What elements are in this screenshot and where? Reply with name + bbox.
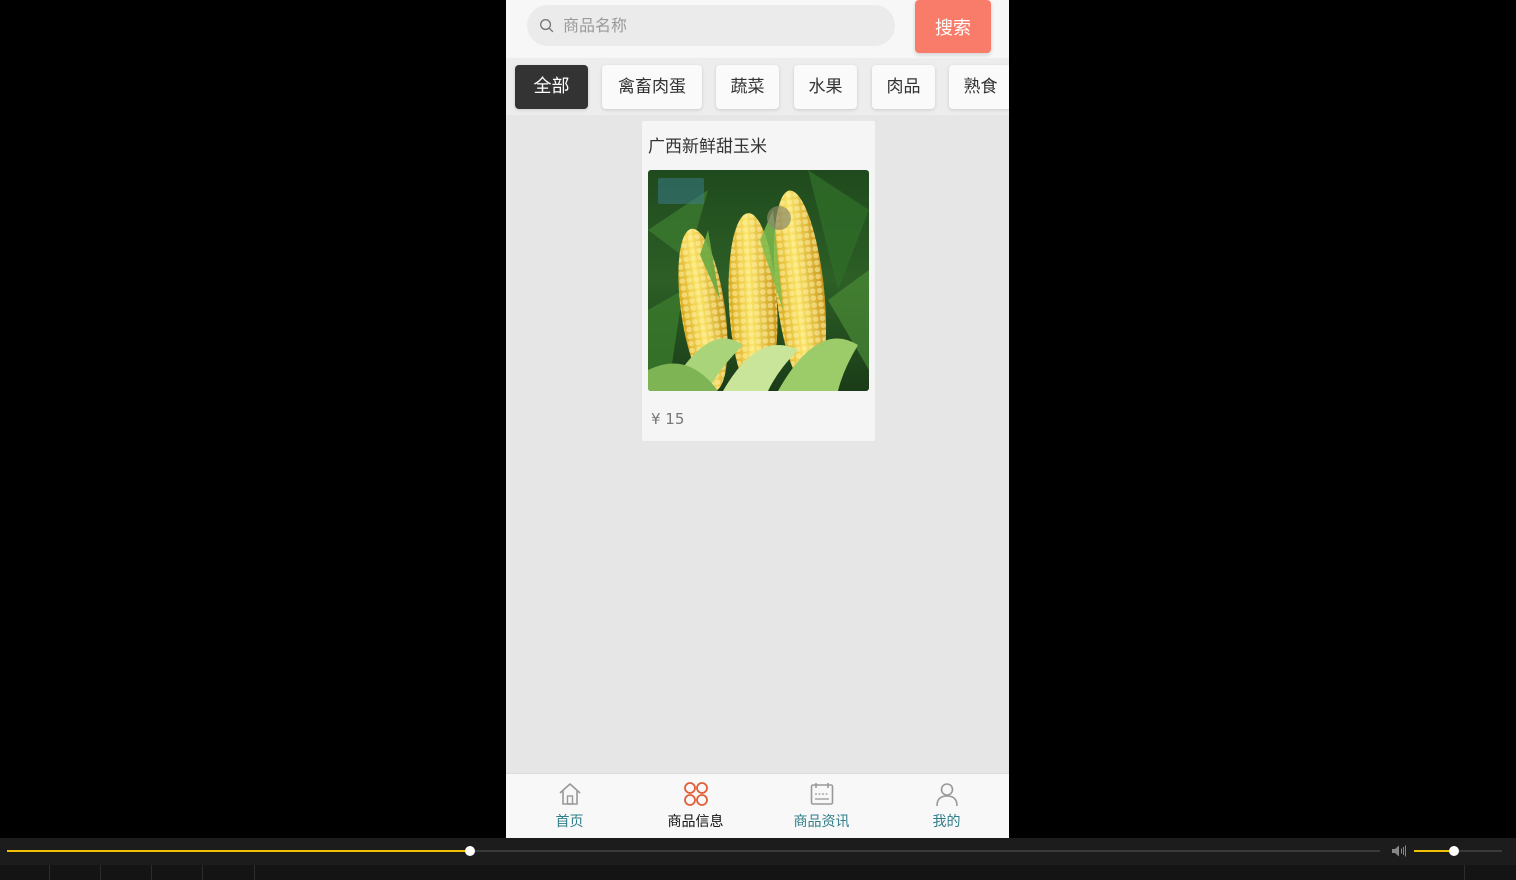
category-tabs: 全部 禽畜肉蛋 蔬菜 水果 肉品 熟食 [506,58,1009,115]
volume-icon[interactable] [1391,844,1407,858]
user-icon [935,783,958,807]
tab-mine[interactable]: 我的 [884,774,1009,838]
seek-bar[interactable] [7,846,1380,856]
tab-home[interactable]: 首页 [507,774,632,838]
seek-progress [7,850,470,852]
player-control-slot[interactable] [50,865,101,880]
search-button[interactable]: 搜索 [915,0,991,53]
player-control-slot[interactable] [152,865,203,880]
player-control-slot[interactable] [0,865,50,880]
seek-handle[interactable] [464,846,475,856]
product-image-corn[interactable] [648,170,869,391]
volume-handle[interactable] [1448,846,1459,856]
search-bar: 搜索 [506,0,1009,58]
news-icon [810,783,833,805]
product-card[interactable]: 广西新鲜甜玉米 ¥ 15 [642,121,875,441]
category-tab-all[interactable]: 全部 [515,65,588,109]
category-tab-meat[interactable]: 肉品 [872,65,935,109]
search-icon [540,19,554,33]
mobile-app-frame: 搜索 全部 禽畜肉蛋 蔬菜 水果 肉品 熟食 广西新鲜甜玉米 [506,0,1009,838]
volume-slider[interactable] [1414,846,1502,856]
volume-level [1414,850,1454,852]
bottom-tab-bar: 首页 商品信息 商品资讯 我的 [506,773,1009,838]
category-tab-fruit[interactable]: 水果 [794,65,857,109]
player-control-strip [0,865,1516,880]
screen: 搜索 全部 禽畜肉蛋 蔬菜 水果 肉品 熟食 广西新鲜甜玉米 [0,0,1516,880]
product-price: ¥ 15 [651,410,685,428]
player-control-slot[interactable] [1464,865,1516,880]
search-field[interactable] [527,5,895,46]
product-name: 广西新鲜甜玉米 [648,137,767,157]
tab-product-info[interactable]: 商品信息 [633,774,758,838]
player-control-slot[interactable] [101,865,152,880]
category-tab-poultry-meat-eggs[interactable]: 禽畜肉蛋 [602,65,702,109]
category-tab-cooked-food[interactable]: 熟食 [949,65,1009,109]
tab-label-mine: 我的 [932,814,961,830]
player-control-slot[interactable] [203,865,255,880]
video-player-controls [0,838,1516,880]
home-icon [558,783,581,805]
tab-label-product-news: 商品资讯 [793,814,850,830]
category-tab-vegetables[interactable]: 蔬菜 [716,65,779,109]
tab-product-news[interactable]: 商品资讯 [759,774,884,838]
tab-label-home: 首页 [555,814,584,830]
grid-icon [683,782,708,806]
search-input[interactable] [563,5,883,46]
tab-label-product-info: 商品信息 [667,814,724,830]
corn-photo [648,170,869,391]
